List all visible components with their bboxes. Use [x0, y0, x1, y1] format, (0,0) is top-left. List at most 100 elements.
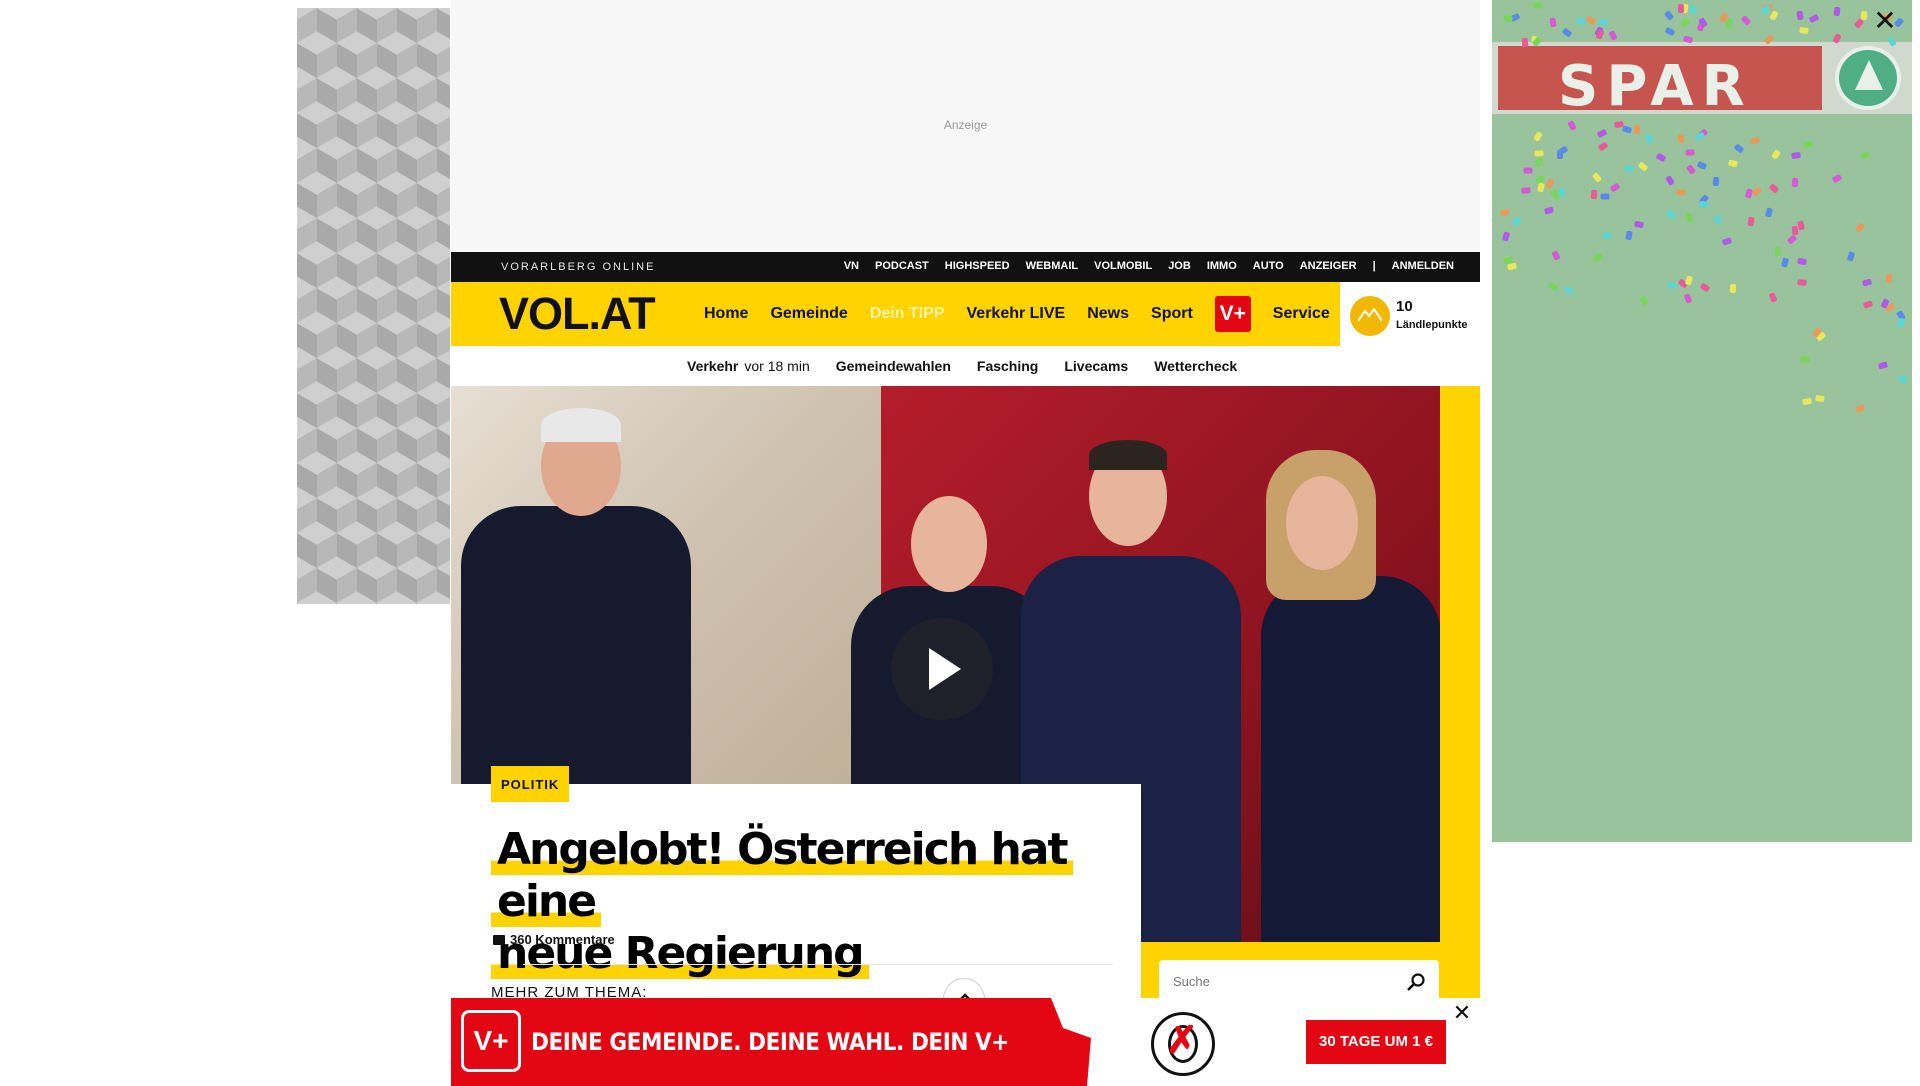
vplus-badge[interactable]: V+ [1214, 296, 1251, 332]
sub-navigation: Verkehr vor 18 min Gemeindewahlen Faschin… [451, 346, 1480, 386]
confetti-piece [1885, 274, 1893, 284]
confetti-piece [1897, 373, 1909, 385]
topbar-link-vn[interactable]: VN [844, 260, 859, 272]
topbar-link-volmobil[interactable]: VOLMOBIL [1094, 260, 1152, 272]
article-headline[interactable]: Angelobt! Österreich hat eine neue Regie… [491, 824, 1091, 980]
search-input[interactable] [1173, 974, 1393, 989]
confetti-piece [1721, 237, 1733, 247]
confetti-piece [1523, 167, 1533, 174]
confetti-piece [1862, 278, 1873, 287]
confetti-piece [1733, 143, 1745, 154]
topbar-link-podcast[interactable]: PODCAST [875, 260, 929, 272]
topbar-link-job[interactable]: JOB [1168, 260, 1191, 272]
ballot-cross: ✗ [1166, 1020, 1198, 1062]
spar-wordmark-panel: SPAR [1498, 46, 1822, 119]
topbar-link-immo[interactable]: IMMO [1207, 260, 1237, 272]
close-ad-button[interactable]: ✕ [1870, 6, 1900, 36]
network-topbar: VORARLBERG ONLINE VN PODCAST HIGHSPEED W… [451, 252, 1480, 282]
topbar-link-auto[interactable]: AUTO [1253, 260, 1284, 272]
subnav-item-livecams[interactable]: Livecams [1064, 358, 1128, 374]
confetti-piece [1765, 207, 1774, 219]
nav-menu: Home Gemeinde Dein TIPP Verkehr LIVE New… [704, 282, 1330, 346]
top-ad-slot[interactable]: Anzeige [451, 0, 1480, 252]
person-hair [541, 408, 621, 442]
subscribe-cta-button[interactable]: 30 TAGE UM 1 € [1306, 1020, 1446, 1064]
confetti-piece [1665, 175, 1675, 187]
nav-item-home[interactable]: Home [704, 305, 748, 323]
topbar-separator: | [1372, 260, 1376, 272]
subnav-item-gemeindewahlen[interactable]: Gemeindewahlen [836, 358, 951, 374]
topbar-link-anzeiger[interactable]: ANZEIGER [1300, 260, 1357, 272]
confetti-piece [1534, 157, 1545, 168]
confetti-piece [1799, 26, 1809, 34]
sidebar-accent [1440, 386, 1480, 942]
login-link[interactable]: ANMELDEN [1392, 260, 1454, 272]
tree-icon [1855, 60, 1883, 90]
nav-item-dein-tipp[interactable]: Dein TIPP [870, 305, 945, 323]
search-icon[interactable] [1405, 972, 1427, 994]
confetti-piece [1597, 128, 1608, 139]
comment-icon [493, 934, 505, 945]
confetti-piece [1770, 149, 1781, 161]
subnav-item-wettercheck[interactable]: Wettercheck [1154, 358, 1237, 374]
promo-red-panel: V+ DEINE GEMEINDE. DEINE WAHL. DEIN V+ [451, 998, 1091, 1086]
close-banner-button[interactable]: ✕ [1451, 1002, 1473, 1024]
nav-item-service[interactable]: Service [1273, 305, 1330, 323]
divider [523, 964, 1113, 965]
confetti-piece [1801, 398, 1812, 406]
confetti-piece [1502, 230, 1511, 242]
confetti-piece [1729, 284, 1737, 294]
play-button[interactable] [891, 618, 993, 720]
confetti-piece [1878, 361, 1889, 370]
confetti-piece [1698, 200, 1709, 208]
confetti-piece [1666, 281, 1677, 290]
confetti-piece [1791, 177, 1799, 187]
nav-item-verkehr-live[interactable]: Verkehr LIVE [967, 305, 1066, 323]
confetti-piece [1712, 176, 1720, 186]
sidebar-search-panel [1141, 942, 1480, 1010]
confetti-piece [1547, 281, 1559, 292]
confetti-piece [1536, 182, 1545, 194]
promo-slogan: DEINE GEMEINDE. DEINE WAHL. DEIN V+ [531, 1028, 1009, 1056]
confetti-piece [1585, 15, 1597, 26]
confetti-piece [1563, 285, 1574, 295]
confetti-piece [1862, 299, 1874, 309]
confetti-piece [1747, 216, 1755, 227]
confetti-piece [1655, 152, 1666, 163]
confetti-piece [1896, 316, 1906, 328]
left-skyscraper-ad[interactable] [297, 8, 450, 604]
bottom-promo-banner[interactable]: V+ DEINE GEMEINDE. DEINE WAHL. DEIN V+ ✗… [451, 998, 1480, 1086]
subnav-item-verkehr[interactable]: Verkehr vor 18 min [687, 358, 810, 374]
comments-link[interactable]: 360 Kommentare [493, 932, 615, 947]
confetti-piece [1808, 13, 1820, 24]
points-widget[interactable]: 10 Ländlepunkte [1340, 282, 1480, 346]
subnav-menu: Verkehr vor 18 min Gemeindewahlen Faschin… [687, 358, 1237, 374]
confetti-piece [1802, 140, 1814, 149]
person-head [1286, 476, 1358, 570]
article-card: POLITIK Angelobt! Österreich hat eine ne… [451, 766, 1141, 1020]
topbar-link-webmail[interactable]: WEBMAIL [1026, 260, 1079, 272]
confetti-piece [1768, 10, 1779, 22]
confetti-piece [1855, 222, 1866, 234]
confetti-piece [1751, 186, 1763, 197]
confetti-piece [1597, 141, 1609, 152]
subnav-item-fasching[interactable]: Fasching [977, 358, 1038, 374]
confetti-piece [1592, 252, 1604, 263]
confetti-piece [1684, 275, 1694, 286]
confetti-piece [1506, 262, 1517, 270]
confetti-piece [1740, 15, 1752, 26]
spar-banner[interactable]: SPAR [1492, 42, 1912, 119]
spar-ad[interactable]: SPAR [1492, 0, 1912, 842]
nav-item-gemeinde[interactable]: Gemeinde [770, 305, 847, 323]
vplus-logo: V+ [461, 1010, 521, 1072]
person-hair [1089, 440, 1167, 470]
confetti-piece [1796, 257, 1807, 266]
nav-item-sport[interactable]: Sport [1151, 305, 1193, 323]
confetti-piece [1815, 395, 1825, 403]
spar-tree-logo [1835, 46, 1901, 110]
nav-item-news[interactable]: News [1087, 305, 1129, 323]
topbar-link-highspeed[interactable]: HIGHSPEED [945, 260, 1010, 272]
site-logo[interactable]: VOL.AT [499, 288, 656, 340]
confetti-piece [1696, 161, 1708, 171]
category-badge[interactable]: POLITIK [491, 766, 570, 802]
